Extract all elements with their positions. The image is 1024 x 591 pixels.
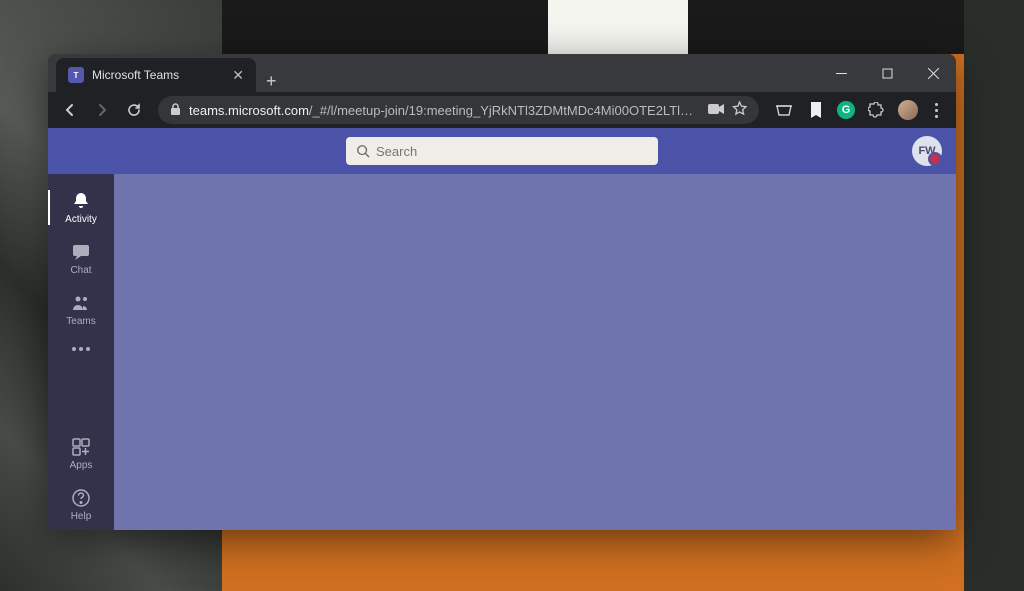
- maximize-button[interactable]: [864, 54, 910, 92]
- rail-teams[interactable]: Teams: [48, 284, 114, 335]
- close-tab-icon[interactable]: ✕: [232, 67, 244, 84]
- profile-avatar[interactable]: FW: [912, 136, 942, 166]
- rail-label: Help: [71, 511, 92, 522]
- main-content: [114, 174, 956, 530]
- teams-favicon-icon: T: [68, 67, 84, 83]
- rail-activity[interactable]: Activity: [48, 182, 114, 233]
- rail-label: Apps: [70, 460, 93, 471]
- browser-titlebar: T Microsoft Teams ✕ +: [48, 54, 956, 92]
- bookmark-star-icon[interactable]: [732, 101, 747, 119]
- search-icon: [356, 144, 370, 158]
- grammarly-icon[interactable]: G: [837, 101, 855, 119]
- back-button[interactable]: [56, 96, 84, 124]
- help-icon: [70, 487, 92, 509]
- tab-title: Microsoft Teams: [92, 68, 224, 82]
- close-window-button[interactable]: [910, 54, 956, 92]
- teams-header: FW: [48, 128, 956, 174]
- new-tab-button[interactable]: +: [256, 71, 287, 92]
- address-bar[interactable]: teams.microsoft.com/_#/l/meetup-join/19:…: [158, 96, 759, 124]
- app-rail: Activity Chat Teams Apps: [48, 174, 114, 530]
- search-input[interactable]: [376, 144, 648, 159]
- browser-tab-active[interactable]: T Microsoft Teams ✕: [56, 58, 256, 92]
- minimize-button[interactable]: [818, 54, 864, 92]
- rail-label: Chat: [70, 265, 91, 276]
- rail-label: Teams: [66, 316, 95, 327]
- browser-menu-button[interactable]: [929, 103, 944, 118]
- rail-chat[interactable]: Chat: [48, 233, 114, 284]
- forward-button[interactable]: [88, 96, 116, 124]
- teams-icon: [70, 292, 92, 314]
- browser-toolbar: teams.microsoft.com/_#/l/meetup-join/19:…: [48, 92, 956, 128]
- rail-label: Activity: [65, 214, 97, 225]
- window-controls: [818, 54, 956, 92]
- teams-body: Activity Chat Teams Apps: [48, 174, 956, 530]
- reload-button[interactable]: [120, 96, 148, 124]
- rail-apps[interactable]: Apps: [48, 428, 114, 479]
- rail-more-button[interactable]: [72, 335, 90, 363]
- apps-icon: [70, 436, 92, 458]
- search-bar[interactable]: [346, 137, 658, 165]
- chat-icon: [70, 241, 92, 263]
- bell-icon: [70, 190, 92, 212]
- rail-help[interactable]: Help: [48, 479, 114, 530]
- extension-icon-2[interactable]: [805, 99, 827, 121]
- lock-icon: [170, 103, 181, 118]
- browser-window: T Microsoft Teams ✕ +: [48, 54, 956, 530]
- extension-icon-1[interactable]: [773, 99, 795, 121]
- url-text: teams.microsoft.com/_#/l/meetup-join/19:…: [189, 103, 700, 118]
- extensions-puzzle-icon[interactable]: [865, 99, 887, 121]
- camera-icon[interactable]: [708, 102, 724, 118]
- profile-avatar-icon[interactable]: [897, 99, 919, 121]
- extension-icons: G: [769, 99, 948, 121]
